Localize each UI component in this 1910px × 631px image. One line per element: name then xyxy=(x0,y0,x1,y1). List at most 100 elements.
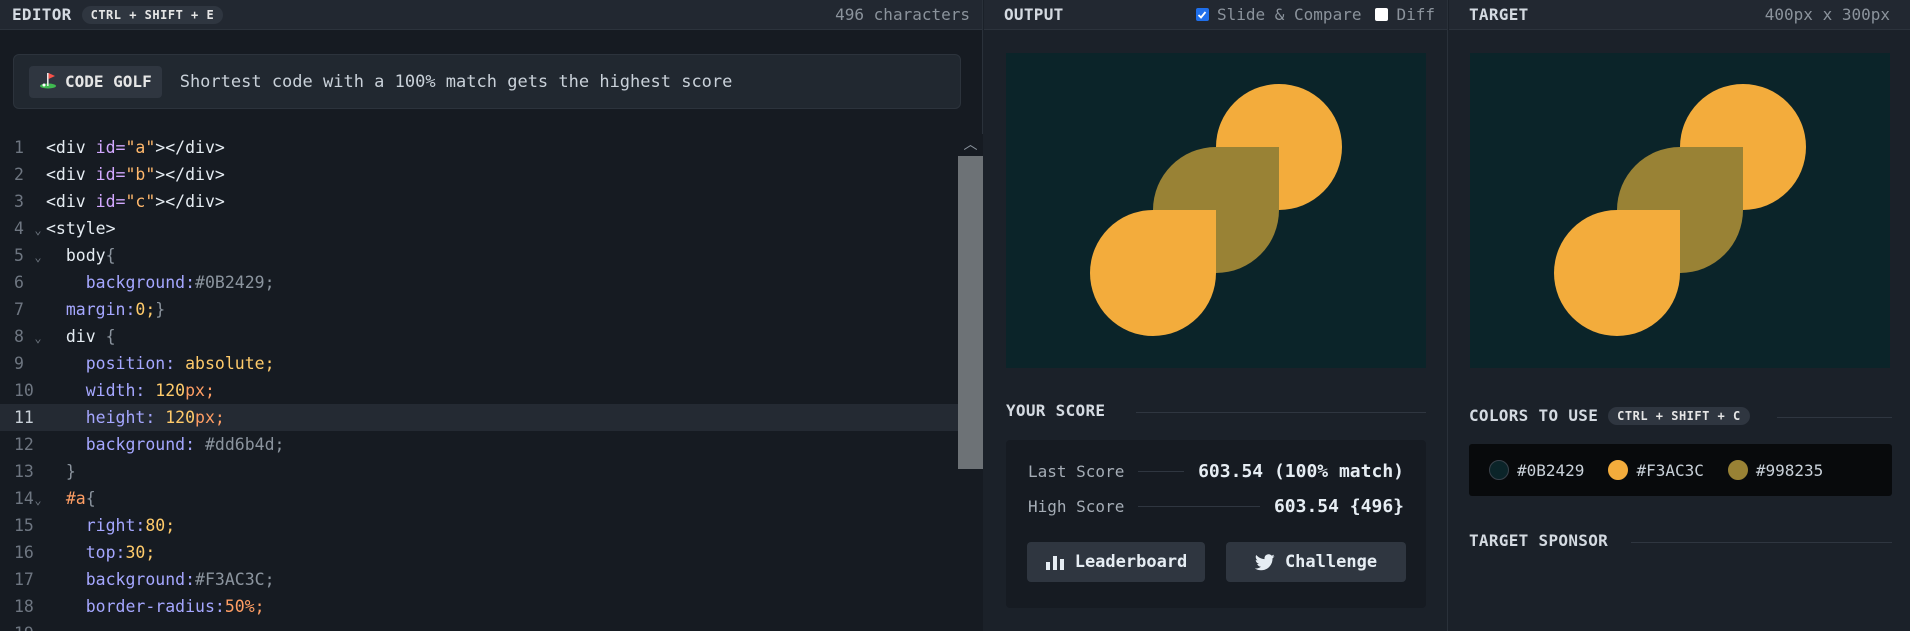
high-score-value: 603.54 {496} xyxy=(1273,495,1404,517)
line-number: 5 xyxy=(14,246,24,265)
last-score-row: Last Score 603.54 (100% match) xyxy=(1028,460,1404,482)
code-line[interactable]: 3 <div id="c"></div> xyxy=(0,188,958,215)
output-title: OUTPUT xyxy=(1004,5,1064,24)
fold-chevron-icon[interactable]: ⌄ xyxy=(30,325,46,352)
color-swatch[interactable]: #0B2429 xyxy=(1489,460,1584,480)
colors-to-use-title: COLORS TO USE CTRL + SHIFT + C xyxy=(1469,406,1750,425)
editor-title: EDITOR xyxy=(12,5,72,24)
slide-compare-label: Slide & Compare xyxy=(1216,5,1362,24)
code-line[interactable]: 2 <div id="b"></div> xyxy=(0,161,958,188)
code-editor[interactable]: 1 <div id="a"></div> 2 <div id="b"></div> … xyxy=(0,134,958,631)
editor-scrollbar-thumb[interactable] xyxy=(958,156,983,469)
code-line-active[interactable]: 11 height: 120px; xyxy=(0,404,958,431)
diff-label: Diff xyxy=(1396,5,1435,24)
fold-chevron-icon[interactable]: ⌄ xyxy=(30,487,46,514)
diff-toggle[interactable]: Diff xyxy=(1375,5,1435,24)
divider xyxy=(1631,542,1892,543)
code-line[interactable]: 19 xyxy=(0,620,958,631)
high-score-row: High Score 603.54 {496} xyxy=(1028,495,1404,517)
last-score-label: Last Score xyxy=(1028,461,1125,481)
last-score-value: 603.54 (100% match) xyxy=(1198,460,1404,482)
swatch-dot xyxy=(1608,460,1629,480)
line-number: 10 xyxy=(14,381,34,400)
line-number: 7 xyxy=(14,300,24,319)
code-golf-description: Shortest code with a 100% match gets the… xyxy=(179,71,733,92)
output-header: OUTPUT Slide & Compare Diff xyxy=(984,0,1447,30)
colors-title-label: COLORS TO USE xyxy=(1469,406,1599,425)
code-line[interactable]: 6 background:#0B2429; xyxy=(0,269,958,296)
line-number: 3 xyxy=(14,192,24,211)
line-number: 9 xyxy=(14,354,24,373)
code-golf-badge-label: CODE GOLF xyxy=(65,72,152,91)
line-number: 4 xyxy=(14,219,24,238)
fold-chevron-icon[interactable]: ⌄ xyxy=(30,244,46,271)
line-number: 14 xyxy=(14,489,34,508)
scroll-up-chevron-icon[interactable]: ︿ xyxy=(958,134,983,156)
target-header: TARGET 400px x 300px xyxy=(1449,0,1910,30)
line-number: 15 xyxy=(14,516,34,535)
output-canvas[interactable] xyxy=(1006,53,1426,368)
code-line[interactable]: 1 <div id="a"></div> xyxy=(0,134,958,161)
line-number: 12 xyxy=(14,435,34,454)
editor-panel: EDITOR CTRL + SHIFT + E 496 characters C… xyxy=(0,0,983,631)
code-line[interactable]: 12 background: #dd6b4d; xyxy=(0,431,958,458)
colors-shortcut-badge: CTRL + SHIFT + C xyxy=(1608,406,1750,425)
output-shape-c xyxy=(1090,210,1216,336)
challenge-button[interactable]: Challenge xyxy=(1226,542,1406,582)
slide-compare-toggle[interactable]: Slide & Compare xyxy=(1195,5,1362,24)
code-line[interactable]: 9 position: absolute; xyxy=(0,350,958,377)
swatch-label: #F3AC3C xyxy=(1636,460,1704,480)
code-line[interactable]: 13 } xyxy=(0,458,958,485)
high-score-label: High Score xyxy=(1028,496,1125,516)
challenge-label: Challenge xyxy=(1284,552,1378,572)
target-canvas[interactable] xyxy=(1470,53,1890,368)
your-score-title: YOUR SCORE xyxy=(1006,401,1106,420)
editor-shortcut-badge: CTRL + SHIFT + E xyxy=(81,5,224,24)
character-count: 496 characters xyxy=(835,5,970,24)
divider xyxy=(1136,412,1426,413)
divider xyxy=(1777,417,1892,418)
twitter-icon xyxy=(1254,553,1275,570)
color-swatch[interactable]: #F3AC3C xyxy=(1608,460,1704,480)
slide-compare-checkbox[interactable] xyxy=(1195,8,1209,21)
swatch-label: #998235 xyxy=(1755,460,1824,480)
line-number: 8 xyxy=(14,327,24,346)
code-line[interactable]: 4 ⌄ <style> xyxy=(0,215,958,242)
leaderboard-button[interactable]: Leaderboard xyxy=(1027,542,1205,582)
bar-chart-icon xyxy=(1045,556,1064,570)
output-panel: OUTPUT Slide & Compare Diff YOUR SCORE L… xyxy=(984,0,1448,631)
swatch-dot xyxy=(1727,460,1748,480)
swatch-label: #0B2429 xyxy=(1517,460,1585,480)
code-line[interactable]: 18 border-radius:50%; xyxy=(0,593,958,620)
line-number: 16 xyxy=(14,543,34,562)
fold-chevron-icon[interactable]: ⌄ xyxy=(30,217,46,244)
target-sponsor-title: TARGET SPONSOR xyxy=(1469,531,1609,550)
target-dimensions: 400px x 300px xyxy=(1764,5,1890,24)
line-number: 11 xyxy=(14,408,34,427)
target-panel: TARGET 400px x 300px COLORS TO USE CTRL … xyxy=(1449,0,1910,631)
code-line[interactable]: 15 right:80; xyxy=(0,512,958,539)
code-line[interactable]: 16 top:30; xyxy=(0,539,958,566)
code-line[interactable]: 5 ⌄ body{ xyxy=(0,242,958,269)
line-number: 1 xyxy=(14,138,24,157)
golf-flag-icon xyxy=(39,71,57,93)
color-swatch[interactable]: #998235 xyxy=(1727,460,1824,480)
target-shape-c xyxy=(1554,210,1680,336)
line-number: 6 xyxy=(14,273,24,292)
code-line[interactable]: 10 width: 120px; xyxy=(0,377,958,404)
line-number: 17 xyxy=(14,570,34,589)
line-number: 19 xyxy=(0,620,34,631)
leaderboard-label: Leaderboard xyxy=(1074,552,1188,572)
line-number: 2 xyxy=(14,165,24,184)
code-golf-banner: CODE GOLF Shortest code with a 100% matc… xyxy=(13,54,961,109)
code-golf-badge: CODE GOLF xyxy=(29,65,162,98)
color-palette: #0B2429 #F3AC3C #998235 xyxy=(1469,444,1892,496)
code-line[interactable]: 8 ⌄ div { xyxy=(0,323,958,350)
target-title: TARGET xyxy=(1469,5,1529,24)
code-line[interactable]: 7 margin:0;} xyxy=(0,296,958,323)
code-line[interactable]: 17 background:#F3AC3C; xyxy=(0,566,958,593)
code-line[interactable]: 14⌄ #a{ xyxy=(0,485,958,512)
line-number: 13 xyxy=(14,462,34,481)
diff-checkbox[interactable] xyxy=(1375,8,1389,21)
line-number: 18 xyxy=(14,597,34,616)
